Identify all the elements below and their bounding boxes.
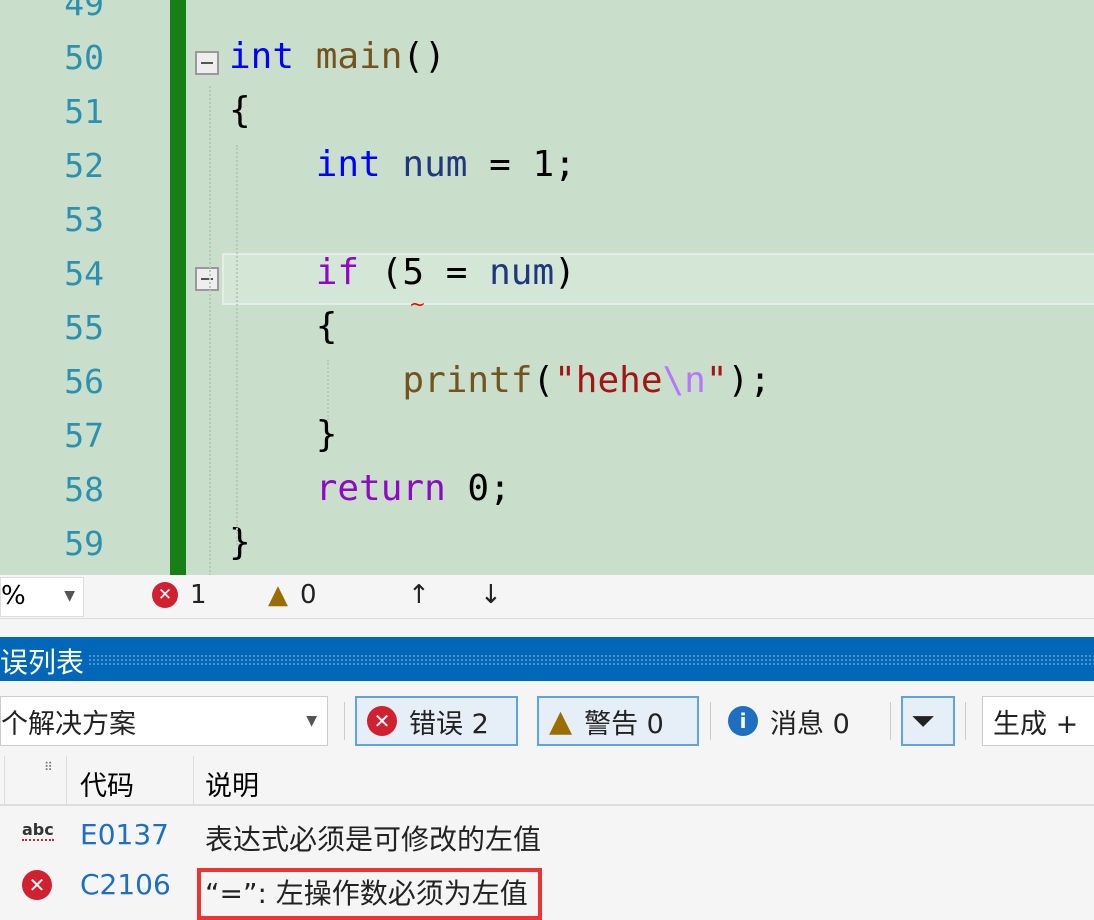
- arrow-down-icon[interactable]: ↓: [480, 580, 502, 610]
- line-number: 54: [64, 254, 104, 293]
- code-line[interactable]: }: [229, 414, 338, 455]
- change-indicator-bar: [170, 0, 186, 575]
- spell-check-icon: abc: [22, 820, 54, 841]
- indent-guide: [209, 86, 211, 575]
- code-line[interactable]: }: [229, 522, 251, 563]
- code-token: (: [532, 360, 555, 401]
- line-number: 59: [64, 524, 104, 563]
- error-row[interactable]: abc E0137 表达式必须是可修改的左值: [0, 812, 1094, 862]
- error-list-title-bar: 误列表: [0, 637, 1094, 681]
- divider: [965, 702, 966, 740]
- line-number: 49: [64, 0, 104, 23]
- filter-button[interactable]: ⏷: [901, 696, 955, 746]
- chevron-down-icon: ▼: [306, 713, 317, 729]
- divider: [710, 702, 711, 740]
- collapse-if-icon[interactable]: [195, 267, 219, 291]
- title-grip: [88, 654, 1094, 666]
- code-token: if: [315, 252, 360, 293]
- code-token: "hehe: [554, 360, 663, 401]
- line-number: 56: [64, 362, 104, 401]
- filter-icon: ⏷: [911, 703, 935, 739]
- code-token: 0;: [445, 468, 511, 509]
- line-number: 55: [64, 308, 104, 347]
- line-number: 53: [64, 200, 104, 239]
- divider: [890, 702, 891, 740]
- line-number: 51: [64, 92, 104, 131]
- code-token: \n: [662, 360, 706, 401]
- code-token: (): [402, 36, 446, 77]
- info-icon: i: [728, 706, 758, 736]
- line-number: 57: [64, 416, 104, 455]
- code-line[interactable]: {: [229, 306, 338, 347]
- indent-guide: [327, 360, 329, 420]
- code-token: }: [229, 414, 338, 455]
- code-token: printf: [402, 360, 533, 401]
- warning-icon: ▲: [549, 703, 573, 739]
- code-token: num: [402, 144, 468, 185]
- build-dropdown[interactable]: 生成 +: [982, 696, 1094, 746]
- column-header-description[interactable]: 说明: [205, 764, 259, 803]
- error-list-toolbar: 个解决方案 ▼ ✕ 错误 2 ▲ 警告 0 i 消息 0 ⏷ 生成 +: [0, 690, 1094, 752]
- code-token: {: [229, 90, 251, 131]
- error-icon: ✕: [22, 870, 52, 900]
- indent-guide: [236, 145, 238, 545]
- messages-filter-button[interactable]: i 消息 0: [718, 696, 860, 746]
- error-count[interactable]: ✕ 1: [152, 580, 207, 610]
- warnings-filter-button[interactable]: ▲ 警告 0: [537, 696, 699, 746]
- code-token: (5 =: [359, 252, 490, 293]
- error-icon: ✕: [367, 706, 397, 736]
- code-token: ": [705, 360, 728, 401]
- code-line[interactable]: printf("hehe\n");: [229, 360, 771, 401]
- line-number: 50: [64, 38, 104, 77]
- code-line[interactable]: int main(): [229, 36, 446, 77]
- column-header-row: ⠿ 代码 说明: [0, 756, 1094, 806]
- collapse-main-icon[interactable]: [195, 51, 219, 75]
- code-line[interactable]: return 0;: [229, 468, 511, 509]
- code-token: {: [229, 306, 338, 347]
- chevron-down-icon: ▼: [64, 588, 75, 604]
- line-number: 58: [64, 470, 104, 509]
- code-token: );: [727, 360, 771, 401]
- column-header-code[interactable]: 代码: [80, 764, 134, 803]
- highlighted-description: “=”: 左操作数必须为左值: [197, 868, 542, 920]
- divider: [344, 702, 345, 740]
- line-number: 52: [64, 146, 104, 185]
- code-token: }: [229, 522, 251, 563]
- code-line[interactable]: {: [229, 90, 251, 131]
- error-icon: ✕: [152, 582, 178, 608]
- zoom-dropdown[interactable]: % ▼: [0, 577, 84, 617]
- error-squiggle: ~: [409, 292, 426, 316]
- code-token: int: [315, 144, 381, 185]
- code-token: ): [554, 252, 576, 293]
- scope-dropdown[interactable]: 个解决方案 ▼: [0, 696, 328, 746]
- warning-count[interactable]: ▲ 0: [268, 580, 317, 610]
- warning-icon: ▲: [268, 580, 288, 610]
- errors-filter-button[interactable]: ✕ 错误 2: [355, 696, 518, 746]
- code-token: main: [315, 36, 403, 77]
- code-token: return: [315, 468, 446, 509]
- code-line[interactable]: if (5 = num): [229, 252, 576, 293]
- code-token: int: [229, 36, 295, 77]
- code-token: num: [489, 252, 555, 293]
- error-row[interactable]: ✕ C2106 “=”: 左操作数必须为左值: [0, 862, 1094, 920]
- arrow-up-icon[interactable]: ↑: [408, 580, 430, 610]
- code-editor[interactable]: 49 50 int main() 51{52 int num = 1; 53 54 if …: [0, 0, 1094, 575]
- code-line[interactable]: int num = 1;: [229, 144, 576, 185]
- code-token: = 1;: [467, 144, 576, 185]
- column-grip-icon[interactable]: ⠿: [44, 760, 53, 774]
